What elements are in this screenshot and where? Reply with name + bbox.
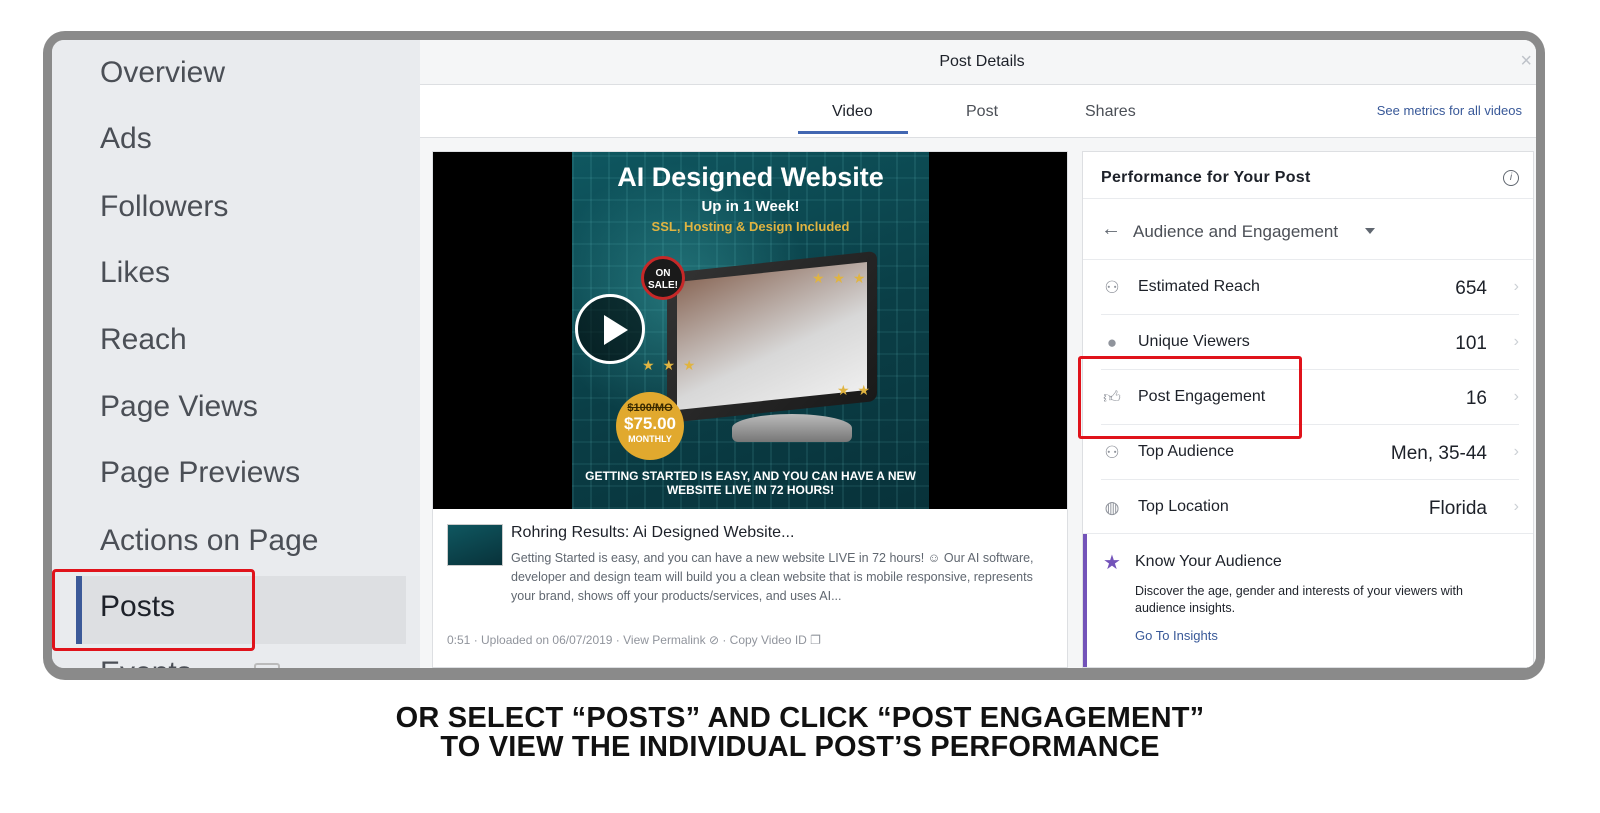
metric-label: Estimated Reach (1138, 278, 1260, 295)
metric-value: 101 (1455, 333, 1487, 354)
chevron-right-icon: › (1513, 498, 1519, 515)
price-old: $100/MO (627, 402, 673, 414)
group-icon: ⚇ (1104, 443, 1120, 462)
metric-value: 654 (1455, 278, 1487, 299)
sidebar-item-actions-on-page[interactable]: Actions on Page (100, 524, 318, 558)
sidebar-item-page-views[interactable]: Page Views (100, 390, 258, 424)
tab-active-underline (798, 131, 908, 134)
know-your-audience-card: ★ Know Your Audience Discover the age, g… (1083, 534, 1533, 667)
insights-sidebar: Overview Ads Followers Likes Reach Page … (52, 40, 420, 668)
go-to-insights-link[interactable]: Go To Insights (1135, 628, 1218, 643)
thumbnail-bottom-text: GETTING STARTED IS EASY, AND YOU CAN HAV… (585, 469, 916, 497)
star-decoration: ★ ★ ★ (642, 357, 698, 373)
metric-label: Unique Viewers (1138, 333, 1250, 350)
on-sale-badge: ON SALE! (641, 256, 685, 300)
close-icon[interactable]: × (1520, 50, 1532, 73)
person-icon: ● (1106, 333, 1118, 352)
metric-label: Top Location (1138, 498, 1229, 515)
star-decoration: ★ ★ (837, 382, 872, 398)
post-engagement-highlight-box (1078, 356, 1302, 439)
metric-label: Top Audience (1138, 443, 1235, 460)
sidebar-item-page-previews[interactable]: Page Previews (100, 456, 300, 490)
see-metrics-link[interactable]: See metrics for all videos (1377, 103, 1522, 118)
sidebar-item-events[interactable]: Events (100, 656, 192, 668)
tab-video[interactable]: Video (832, 103, 873, 121)
tab-shares[interactable]: Shares (1085, 103, 1136, 121)
chevron-right-icon: › (1513, 333, 1519, 350)
sidebar-item-likes[interactable]: Likes (100, 256, 170, 290)
chevron-down-icon[interactable] (1365, 228, 1375, 234)
chevron-right-icon: › (1513, 388, 1519, 405)
metric-value: Florida (1428, 498, 1487, 519)
audience-engagement-dropdown[interactable]: Audience and Engagement (1133, 222, 1338, 242)
tab-post[interactable]: Post (966, 103, 998, 121)
caption-line-2: TO VIEW THE INDIVIDUAL POST’S PERFORMANC… (440, 731, 1160, 763)
play-icon[interactable] (575, 294, 645, 364)
back-arrow-icon[interactable]: ← (1101, 218, 1121, 241)
price-badge: $100/MO $75.00 MONTHLY (616, 392, 684, 460)
sidebar-item-reach[interactable]: Reach (100, 323, 187, 357)
video-description: Getting Started is easy, and you can hav… (511, 551, 1034, 603)
monitor-stand-graphic (732, 414, 852, 442)
metric-value: Men, 35-44 (1390, 443, 1487, 464)
video-card: AI Designed Website Up in 1 Week! SSL, H… (432, 151, 1068, 668)
metric-value: 16 (1465, 388, 1487, 409)
sidebar-item-overview[interactable]: Overview (100, 56, 225, 90)
thumbnail-title: AI Designed Website (617, 162, 884, 192)
chevron-right-icon: › (1513, 278, 1519, 295)
thumbnail-tagline: SSL, Hosting & Design Included (651, 219, 850, 234)
info-icon[interactable]: i (1503, 170, 1519, 186)
metric-row-top-location[interactable]: ◍ Top Location Florida › (1083, 480, 1533, 535)
modal-header: Post Details × (420, 40, 1536, 85)
price-new: $75.00 (624, 414, 676, 433)
modal-tabs: Video Post Shares See metrics for all vi… (420, 85, 1536, 138)
video-player[interactable]: AI Designed Website Up in 1 Week! SSL, H… (433, 152, 1067, 509)
modal-title: Post Details (939, 53, 1025, 70)
video-title[interactable]: Rohring Results: Ai Designed Website... (511, 524, 794, 542)
price-period: MONTHLY (628, 434, 672, 444)
posts-highlight-box (52, 569, 255, 651)
video-thumbnail-small[interactable] (447, 524, 503, 566)
performance-title: Performance for Your Post (1101, 169, 1311, 186)
sidebar-item-ads[interactable]: Ads (100, 122, 152, 156)
know-audience-title: Know Your Audience (1135, 553, 1282, 570)
thumbnail-subtitle: Up in 1 Week! (701, 198, 800, 215)
globe-icon: ◍ (1104, 498, 1120, 517)
facebook-insights-screen: Overview Ads Followers Likes Reach Page … (52, 40, 1536, 668)
know-audience-description: Discover the age, gender and interests o… (1135, 584, 1463, 615)
metric-row-estimated-reach[interactable]: ⚇ Estimated Reach 654 › (1083, 260, 1533, 315)
sidebar-item-followers[interactable]: Followers (100, 190, 228, 224)
star-decoration: ★ ★ ★ (812, 270, 868, 286)
chevron-right-icon: › (1513, 443, 1519, 460)
video-meta[interactable]: 0:51 · Uploaded on 06/07/2019 · View Per… (447, 633, 821, 647)
divider (1083, 198, 1533, 199)
post-details-modal: Post Details × Video Post Shares See met… (420, 40, 1536, 668)
sidebar-item-events-icon (254, 663, 280, 668)
star-icon: ★ (1103, 552, 1121, 574)
people-icon: ⚇ (1104, 278, 1120, 297)
